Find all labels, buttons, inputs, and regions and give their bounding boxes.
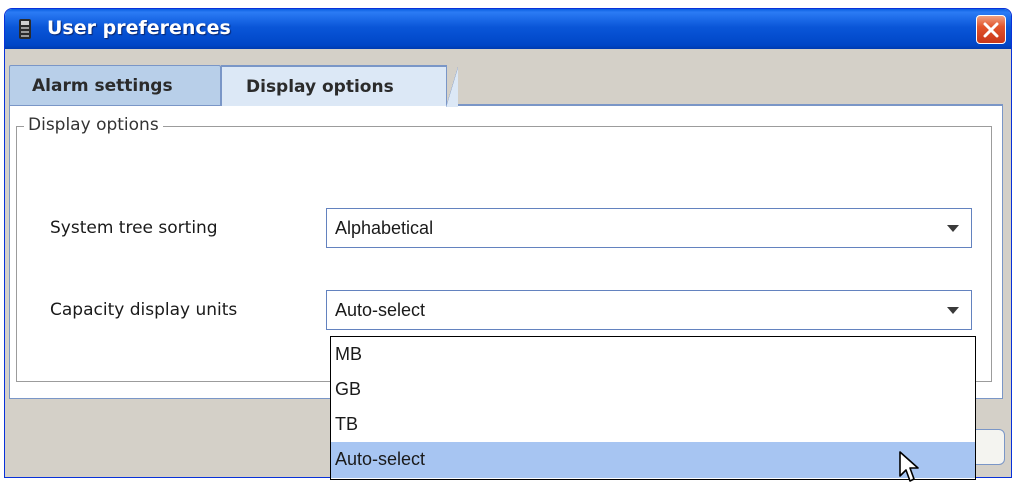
system-tree-sorting-label: System tree sorting: [50, 218, 218, 238]
chevron-down-icon[interactable]: [947, 307, 959, 314]
capacity-display-units-label: Capacity display units: [50, 300, 238, 320]
group-title: Display options: [24, 115, 163, 135]
window-title: User preferences: [47, 17, 231, 39]
app-icon: [17, 18, 35, 40]
dropdown-option-tb[interactable]: TB: [331, 407, 975, 443]
capacity-display-units-select[interactable]: Auto-select: [326, 290, 972, 330]
system-tree-sorting-select[interactable]: Alphabetical: [326, 208, 972, 248]
dropdown-option-auto-select[interactable]: Auto-select: [331, 442, 975, 478]
chevron-down-icon[interactable]: [947, 225, 959, 232]
system-tree-sorting-value: Alphabetical: [335, 218, 434, 238]
dropdown-option-gb[interactable]: GB: [331, 372, 975, 408]
close-button[interactable]: [976, 15, 1006, 44]
mouse-cursor-icon: [898, 450, 924, 488]
capacity-units-dropdown-list: MB GB TB Auto-select: [330, 336, 976, 480]
tab-alarm-settings[interactable]: Alarm settings: [9, 65, 221, 105]
dropdown-option-mb[interactable]: MB: [331, 337, 975, 373]
tab-strip: Alarm settings Display options: [9, 65, 1003, 107]
title-bar[interactable]: User preferences: [5, 9, 1011, 49]
capacity-display-units-value: Auto-select: [335, 300, 426, 320]
close-icon: [983, 22, 999, 38]
tab-display-options[interactable]: Display options: [221, 65, 458, 107]
